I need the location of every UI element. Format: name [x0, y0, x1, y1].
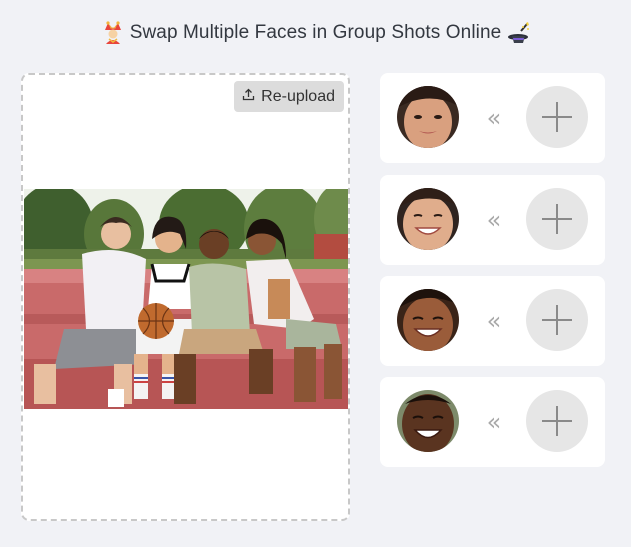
plus-icon [542, 305, 572, 335]
face-row: « [380, 73, 605, 163]
jester-emoji-icon [102, 21, 124, 45]
swap-arrow-icon: « [486, 104, 502, 132]
plus-icon [542, 406, 572, 436]
face-1-avatar [397, 86, 459, 148]
reupload-label: Re-upload [261, 87, 335, 105]
add-face-button[interactable] [526, 390, 588, 452]
reupload-button[interactable]: Re-upload [234, 81, 344, 112]
face-3-avatar [397, 289, 459, 351]
face-4-avatar [397, 390, 459, 452]
add-face-button[interactable] [526, 289, 588, 351]
upload-dropzone[interactable]: Re-upload [21, 73, 350, 521]
magic-hat-emoji-icon [507, 21, 530, 45]
face-row: « [380, 276, 605, 366]
plus-icon [542, 102, 572, 132]
swap-arrow-icon: « [486, 206, 502, 234]
add-face-button[interactable] [526, 86, 588, 148]
face-row: « [380, 175, 605, 265]
page-header: Swap Multiple Faces in Group Shots Onlin… [0, 18, 631, 48]
face-row: « [380, 377, 605, 467]
plus-icon [542, 204, 572, 234]
swap-arrow-icon: « [486, 408, 502, 436]
add-face-button[interactable] [526, 188, 588, 250]
swap-arrow-icon: « [486, 307, 502, 335]
group-photo [24, 189, 348, 409]
face-2-avatar [397, 188, 459, 250]
page-title: Swap Multiple Faces in Group Shots Onlin… [129, 22, 502, 43]
upload-icon [242, 88, 255, 106]
face-swap-page: Swap Multiple Faces in Group Shots Onlin… [0, 0, 631, 547]
